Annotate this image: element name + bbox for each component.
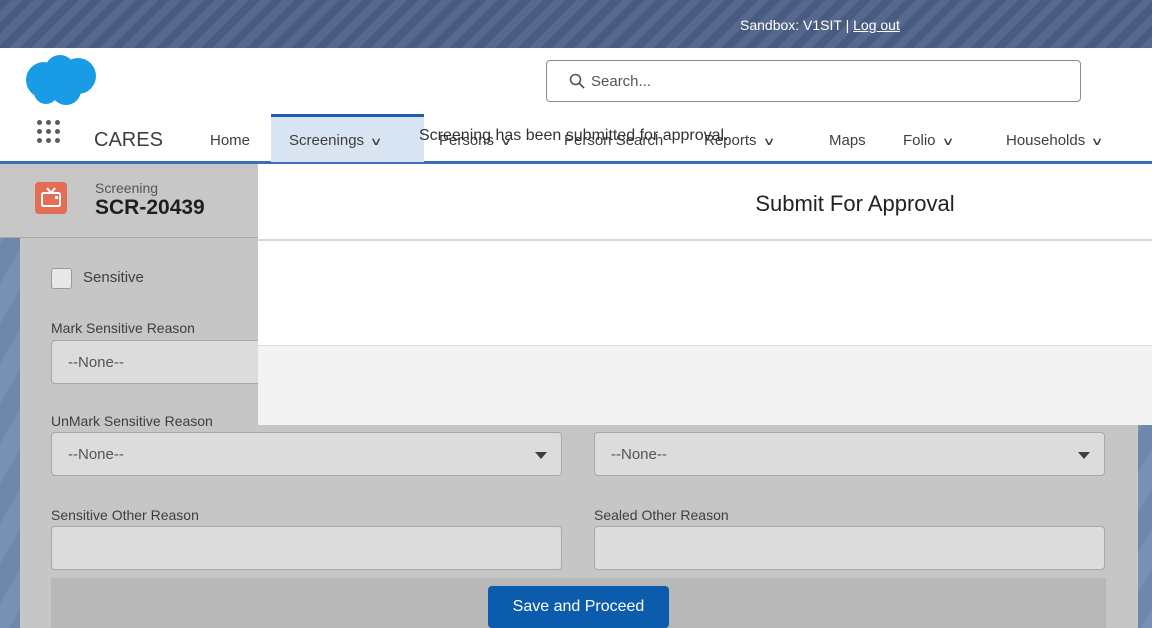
- nav-item-maps[interactable]: Maps: [829, 132, 866, 149]
- select-value: --None--: [68, 446, 124, 463]
- save-and-proceed-button[interactable]: Save and Proceed: [488, 586, 669, 628]
- modal-footer: [258, 345, 1152, 425]
- select-value: --None--: [68, 354, 124, 371]
- sandbox-bar: Sandbox: V1SIT | Log out: [0, 0, 1152, 48]
- app-launcher-icon[interactable]: [37, 120, 61, 144]
- chevron-down-icon[interactable]: ∨: [762, 135, 775, 148]
- modal-body: [258, 242, 1152, 345]
- nav-item-home[interactable]: Home: [210, 132, 250, 149]
- mark-sensitive-reason-label: Mark Sensitive Reason: [51, 320, 195, 336]
- sensitive-checkbox[interactable]: [51, 268, 72, 289]
- nav-item-folio[interactable]: Folio ∨: [903, 132, 954, 149]
- chevron-down-icon[interactable]: ∨: [1091, 135, 1104, 148]
- global-header: Search...: [0, 48, 1152, 114]
- search-icon: [569, 73, 585, 89]
- sealed-other-reason-input[interactable]: [594, 526, 1105, 570]
- select-value: --None--: [611, 446, 667, 463]
- chevron-down-icon[interactable]: ∨: [941, 135, 954, 148]
- record-type-label: Screening: [95, 180, 159, 196]
- submit-for-approval-modal: Submit For Approval: [258, 164, 1152, 425]
- unmark-sensitive-reason-select[interactable]: --None--: [51, 432, 562, 476]
- sandbox-info: Sandbox: V1SIT | Log out: [740, 17, 900, 33]
- caret-down-icon: [1078, 452, 1090, 459]
- nav-label: Households: [1006, 132, 1086, 149]
- unmark-sealed-reason-select[interactable]: --None--: [594, 432, 1105, 476]
- search-placeholder: Search...: [591, 73, 652, 90]
- sealed-other-reason-label: Sealed Other Reason: [594, 507, 729, 523]
- sensitive-checkbox-label: Sensitive: [83, 269, 144, 286]
- nav-item-screenings[interactable]: Screenings ∨: [289, 132, 383, 149]
- modal-header: Submit For Approval: [258, 164, 1152, 241]
- nav-label: Home: [210, 132, 251, 149]
- modal-message: Screening has been submitted for approva…: [419, 127, 729, 144]
- nav-label: Folio: [903, 132, 936, 149]
- record-name: SCR-20439: [95, 196, 205, 219]
- nav-item-households[interactable]: Households ∨: [1006, 132, 1104, 149]
- sensitive-other-reason-input[interactable]: [51, 526, 562, 570]
- nav-label: Screenings: [289, 132, 365, 149]
- screening-record-icon: [35, 182, 67, 214]
- global-search[interactable]: Search...: [546, 60, 1081, 102]
- app-name: CARES: [94, 129, 163, 151]
- modal-title: Submit For Approval: [755, 191, 955, 216]
- chevron-down-icon[interactable]: ∨: [370, 135, 383, 148]
- logout-link[interactable]: Log out: [853, 17, 900, 33]
- unmark-sensitive-reason-label: UnMark Sensitive Reason: [51, 413, 213, 429]
- caret-down-icon: [535, 452, 547, 459]
- salesforce-cloud-logo[interactable]: [24, 54, 100, 106]
- sensitive-other-reason-label: Sensitive Other Reason: [51, 507, 199, 523]
- nav-label: Maps: [829, 132, 866, 149]
- sandbox-label: Sandbox: V1SIT |: [740, 17, 854, 33]
